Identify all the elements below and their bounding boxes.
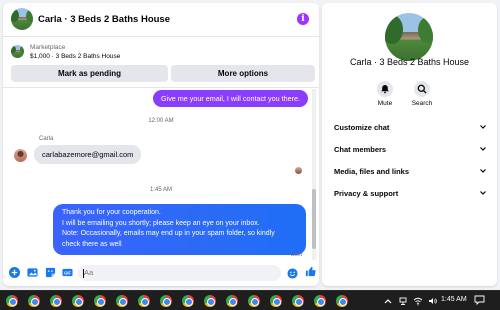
chevron-down-icon	[480, 147, 486, 151]
network-icon[interactable]	[399, 295, 407, 307]
more-options-button[interactable]: More options	[171, 65, 315, 82]
message-line: Thank you for your cooperation.	[62, 209, 161, 216]
message-line: Note: Occasionally, emails may end up in…	[62, 230, 275, 237]
search-icon	[417, 84, 427, 94]
notification-icon[interactable]	[474, 295, 485, 305]
info-icon[interactable]: i	[297, 13, 309, 25]
volume-icon[interactable]	[428, 295, 437, 307]
menu-chat-members[interactable]: Chat members	[334, 144, 487, 156]
chrome-icon[interactable]	[72, 295, 84, 307]
thumbs-up-icon[interactable]	[305, 266, 316, 277]
chrome-icon[interactable]	[336, 295, 348, 307]
taskbar-clock[interactable]: 1:45 AM	[441, 296, 467, 303]
mute-button[interactable]	[377, 81, 393, 97]
chrome-icon[interactable]	[248, 295, 260, 307]
chrome-icon[interactable]	[226, 295, 238, 307]
chrome-icon[interactable]	[160, 295, 172, 307]
sender-avatar[interactable]	[14, 149, 27, 162]
message-input[interactable]	[78, 265, 281, 281]
conversation-title: Carla · 3 Beds 2 Baths House	[349, 57, 470, 67]
chevron-up-icon[interactable]	[384, 295, 392, 307]
chat-header: Carla · 3 Beds 2 Baths House i	[3, 3, 319, 37]
mark-as-pending-button[interactable]: Mark as pending	[11, 65, 168, 82]
menu-privacy-support[interactable]: Privacy & support	[334, 188, 487, 200]
scrollbar-thumb[interactable]	[312, 189, 316, 249]
svg-text:GIF: GIF	[64, 270, 71, 275]
chrome-icon[interactable]	[116, 295, 128, 307]
gif-icon[interactable]: GIF	[62, 267, 73, 278]
sent-status: Sent	[290, 252, 302, 258]
image-icon[interactable]	[27, 267, 38, 278]
menu-label: Media, files and links	[334, 167, 410, 176]
chevron-down-icon	[480, 191, 486, 195]
chrome-icon[interactable]	[204, 295, 216, 307]
chevron-down-icon	[480, 169, 486, 173]
incoming-message[interactable]: carlabazemore@gmail.com	[34, 145, 142, 164]
plus-icon[interactable]	[9, 267, 20, 278]
menu-label: Chat members	[334, 145, 387, 154]
chrome-icon[interactable]	[138, 295, 150, 307]
chat-title[interactable]: Carla · 3 Beds 2 Baths House	[38, 14, 170, 25]
outgoing-message: Give me your email, I will contact you t…	[153, 90, 309, 107]
bell-icon	[381, 85, 389, 94]
listing-thumbnail[interactable]	[11, 45, 24, 58]
mute-label: Mute	[377, 100, 393, 107]
conversation-details-panel: Carla · 3 Beds 2 Baths House Mute Search…	[322, 3, 497, 286]
chrome-icon[interactable]	[182, 295, 194, 307]
message-line: I will be emailing you shortly; please k…	[62, 219, 260, 227]
chat-panel: Carla · 3 Beds 2 Baths House i Marketpla…	[3, 3, 319, 286]
listing-price-title[interactable]: $1,000 · 3 Beds 2 Baths House	[30, 53, 120, 60]
message-list: Give me your email, I will contact you t…	[3, 89, 319, 260]
chrome-icon[interactable]	[6, 295, 18, 307]
chrome-icon[interactable]	[270, 295, 282, 307]
menu-customize-chat[interactable]: Customize chat	[334, 122, 487, 134]
chrome-icon[interactable]	[314, 295, 326, 307]
chrome-icon[interactable]	[28, 295, 40, 307]
listing-card: Marketplace $1,000 · 3 Beds 2 Baths Hous…	[3, 38, 319, 88]
chrome-icon[interactable]	[292, 295, 304, 307]
marketplace-label: Marketplace	[30, 44, 66, 51]
wifi-icon[interactable]	[413, 295, 423, 307]
menu-media-files-links[interactable]: Media, files and links	[334, 166, 487, 178]
chrome-icon[interactable]	[94, 295, 106, 307]
profile-avatar[interactable]	[385, 13, 433, 61]
listing-avatar[interactable]	[11, 8, 33, 30]
seen-indicator-avatar	[295, 167, 302, 174]
outgoing-message: Thank you for your cooperation. I will b…	[53, 204, 306, 255]
emoji-icon[interactable]	[287, 268, 298, 279]
text-caret	[83, 269, 84, 278]
sticker-icon[interactable]	[45, 267, 56, 278]
timestamp: 1:45 AM	[149, 187, 172, 193]
message-line: check there as well	[62, 240, 122, 248]
taskbar: 1:45 AM	[0, 290, 500, 310]
chrome-icon[interactable]	[50, 295, 62, 307]
timestamp: 12:00 AM	[148, 118, 174, 124]
search-label: Search	[411, 100, 433, 107]
search-button[interactable]	[414, 81, 430, 97]
menu-label: Customize chat	[334, 123, 390, 132]
chevron-down-icon	[480, 125, 486, 129]
composer: GIF	[3, 260, 319, 286]
sender-name: Carla	[39, 136, 54, 142]
menu-label: Privacy & support	[334, 189, 399, 198]
